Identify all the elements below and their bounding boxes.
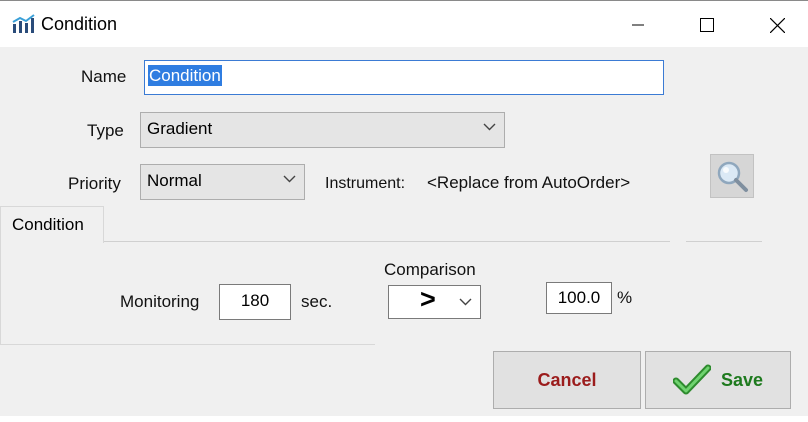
name-label: Name <box>81 67 127 86</box>
chevron-down-icon <box>283 175 296 183</box>
window-title: Condition <box>41 14 118 34</box>
minimize-button[interactable] <box>603 2 673 48</box>
panel-border-left <box>0 242 1 344</box>
panel-border-bottom <box>0 344 375 345</box>
app-chart-icon <box>12 14 36 34</box>
priority-select[interactable]: Normal <box>140 164 305 200</box>
comparison-label: Comparison <box>384 260 476 279</box>
comparison-select[interactable]: > <box>388 284 481 319</box>
threshold-input[interactable]: 100.0 <box>546 282 612 314</box>
priority-label: Priority <box>68 174 121 193</box>
threshold-value: 100.0 <box>557 288 601 307</box>
cancel-button-label: Cancel <box>537 369 597 390</box>
priority-select-value: Normal <box>147 171 202 190</box>
window-bottom-strip <box>0 416 808 422</box>
cancel-button[interactable]: Cancel <box>493 351 641 409</box>
title-bar: Condition <box>0 1 808 47</box>
close-icon <box>769 17 785 33</box>
instrument-value: <Replace from AutoOrder> <box>427 173 631 192</box>
save-button[interactable]: Save <box>645 351 791 409</box>
threshold-unit: % <box>617 288 633 307</box>
checkmark-icon <box>672 364 711 395</box>
monitoring-label: Monitoring <box>120 292 200 311</box>
tab-condition-label: Condition <box>12 215 84 234</box>
tab-strip-divider <box>104 241 670 242</box>
type-select[interactable]: Gradient <box>140 112 505 148</box>
condition-dialog: Condition Name Condition Type Gradient P… <box>0 0 808 422</box>
name-input[interactable]: Condition <box>144 60 664 95</box>
maximize-button[interactable] <box>672 2 742 48</box>
chevron-down-icon <box>483 123 496 131</box>
tab-strip-divider-right <box>686 241 762 242</box>
instrument-label: Instrument: <box>325 175 406 192</box>
monitoring-input[interactable]: 180 <box>219 284 291 320</box>
minimize-icon <box>632 24 644 26</box>
close-button[interactable] <box>742 2 808 48</box>
tab-condition[interactable]: Condition <box>0 206 104 243</box>
monitoring-value: 180 <box>240 291 270 310</box>
comparison-operator: > <box>420 284 436 314</box>
chevron-down-icon <box>459 298 472 306</box>
save-button-label: Save <box>720 369 764 390</box>
type-label: Type <box>87 121 124 140</box>
type-select-value: Gradient <box>147 119 213 138</box>
monitoring-unit: sec. <box>301 292 333 311</box>
name-input-value: Condition <box>148 65 222 86</box>
magnifier-icon <box>717 161 748 192</box>
maximize-icon <box>700 18 714 32</box>
instrument-search-button[interactable] <box>710 154 754 198</box>
